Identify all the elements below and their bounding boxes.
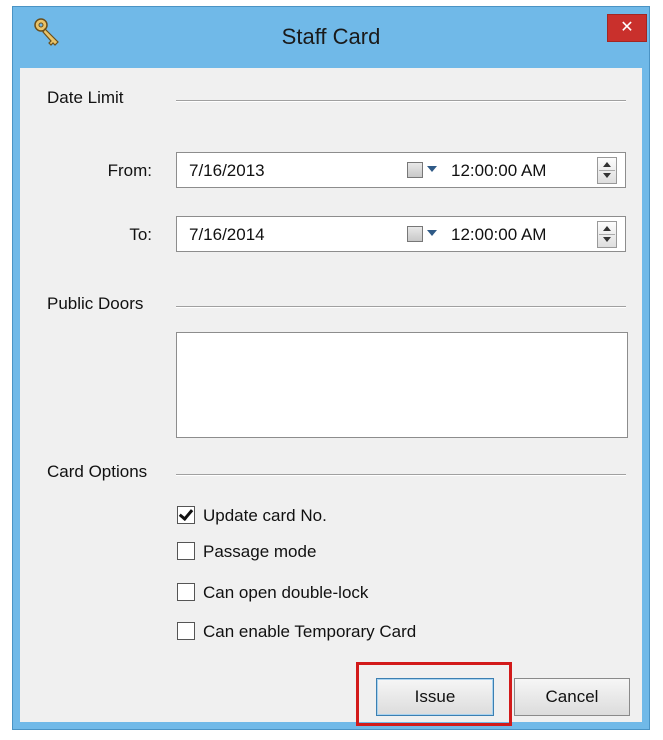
- temporary-card-label[interactable]: Can enable Temporary Card: [203, 622, 416, 642]
- chevron-down-icon[interactable]: [427, 230, 437, 236]
- spin-down-icon[interactable]: [603, 173, 611, 178]
- check-icon: [178, 505, 194, 522]
- public-doors-separator: [176, 306, 626, 308]
- to-time-spinner[interactable]: [597, 221, 617, 248]
- from-date-value[interactable]: 7/16/2013: [189, 161, 265, 181]
- window-title: Staff Card: [281, 24, 381, 49]
- update-card-no-checkbox[interactable]: [177, 505, 195, 524]
- spin-down-icon[interactable]: [603, 237, 611, 242]
- public-doors-list[interactable]: [176, 332, 628, 438]
- spin-up-icon[interactable]: [603, 162, 611, 167]
- passage-mode-label[interactable]: Passage mode: [203, 542, 316, 562]
- to-date-value[interactable]: 7/16/2014: [189, 225, 265, 245]
- chevron-down-icon[interactable]: [427, 166, 437, 172]
- card-options-label: Card Options: [47, 462, 148, 481]
- double-lock-label[interactable]: Can open double-lock: [203, 583, 368, 603]
- to-label: To:: [129, 225, 152, 244]
- calendar-icon[interactable]: [407, 162, 423, 178]
- staff-card-window: Staff Card ✕ Date Limit From: 7/16/2013 …: [0, 0, 663, 740]
- double-lock-checkbox[interactable]: [177, 583, 195, 601]
- from-time-spinner[interactable]: [597, 157, 617, 184]
- card-options-separator: [176, 474, 626, 476]
- spinner-divider: [599, 170, 615, 171]
- to-datetime-picker[interactable]: 7/16/2014 12:00:00 AM: [176, 216, 626, 252]
- date-limit-label: Date Limit: [47, 88, 124, 107]
- issue-button[interactable]: Issue: [376, 678, 494, 716]
- cancel-button[interactable]: Cancel: [514, 678, 630, 716]
- title-bar[interactable]: Staff Card ✕: [12, 6, 650, 68]
- from-datetime-picker[interactable]: 7/16/2013 12:00:00 AM: [176, 152, 626, 188]
- spinner-divider: [599, 234, 615, 235]
- temporary-card-checkbox[interactable]: [177, 622, 195, 640]
- update-card-no-label[interactable]: Update card No.: [203, 506, 327, 526]
- from-label: From:: [107, 161, 152, 180]
- close-icon: ✕: [620, 19, 634, 36]
- to-time-value[interactable]: 12:00:00 AM: [451, 225, 546, 245]
- date-limit-separator: [176, 100, 626, 102]
- public-doors-label: Public Doors: [47, 294, 144, 313]
- from-time-value[interactable]: 12:00:00 AM: [451, 161, 546, 181]
- passage-mode-checkbox[interactable]: [177, 542, 195, 560]
- calendar-icon[interactable]: [407, 226, 423, 242]
- spin-up-icon[interactable]: [603, 226, 611, 231]
- close-button[interactable]: ✕: [607, 14, 647, 42]
- dialog-client-area: Date Limit From: 7/16/2013 12:00:00 AM T…: [20, 68, 642, 726]
